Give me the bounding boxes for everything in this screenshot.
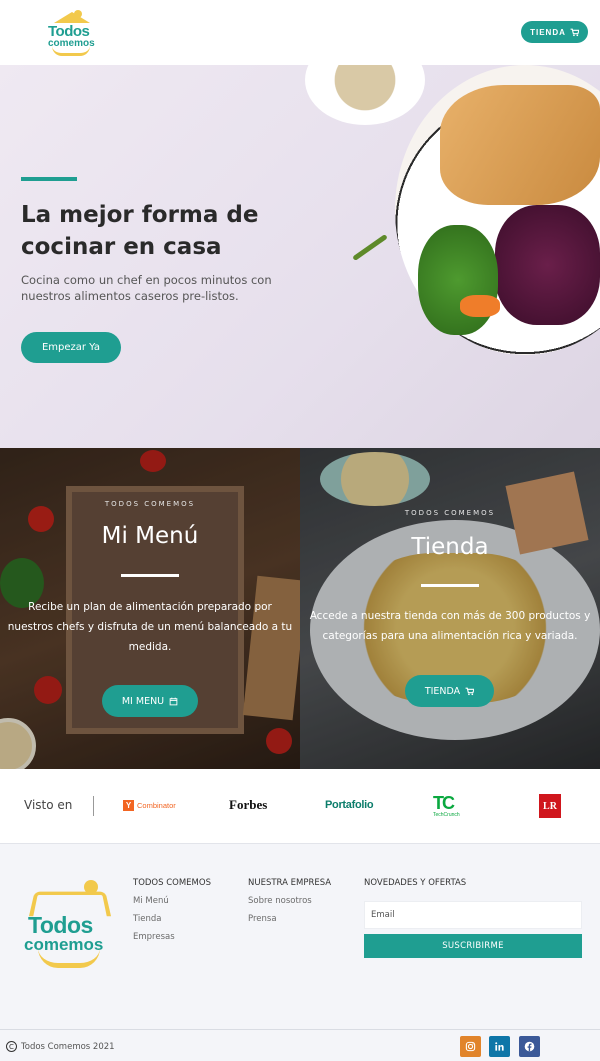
tienda-button[interactable]: TIENDA <box>521 21 588 43</box>
lr-logo: LR <box>539 794 561 818</box>
greens-image <box>418 225 498 335</box>
footer-col-todos-comemos: TODOS COMEMOS Mi Menú Tienda Empresas <box>133 878 211 950</box>
logo-smile-icon <box>52 46 90 56</box>
tienda-card: TODOS COMEMOS Tienda Accede a nuestra ti… <box>300 448 600 769</box>
footer-col-nuestra-empresa: NUESTRA EMPRESA Sobre nosotros Prensa <box>248 878 331 932</box>
herb-image <box>352 233 388 262</box>
card-divider <box>421 584 479 587</box>
footer-link-prensa[interactable]: Prensa <box>248 914 331 924</box>
tienda-card-button[interactable]: TIENDA <box>405 675 494 707</box>
cart-icon <box>570 28 579 36</box>
press-bar: Visto en Y Combinator Forbes Portafolio … <box>0 769 600 843</box>
card-text: Accede a nuestra tienda con más de 300 p… <box>309 610 591 642</box>
tienda-button-label: TIENDA <box>530 27 566 37</box>
chicken-image <box>440 85 600 205</box>
footer-heading: NUESTRA EMPRESA <box>248 878 332 888</box>
copyright-text: Todos Comemos 2021 <box>21 1041 115 1052</box>
press-label: Visto en <box>24 798 73 812</box>
card-kicker: TODOS COMEMOS <box>104 500 196 508</box>
techcrunch-mark: TC <box>433 793 455 813</box>
hero-section: La mejor forma de cocinar en casa Cocina… <box>0 65 600 448</box>
mi-menu-button-label: MI MENU <box>121 695 165 707</box>
card-title: Tienda <box>411 534 489 560</box>
press-divider <box>93 796 94 816</box>
hero-title: La mejor forma de cocinar en casa <box>21 202 259 260</box>
footer-bottom-bar: C Todos Comemos 2021 <box>0 1029 600 1061</box>
chef-hat-icon <box>84 880 98 894</box>
subscribe-button[interactable]: SUSCRIBIRME <box>364 934 582 958</box>
logo-smile-icon <box>38 948 100 968</box>
footer-link-mi-menu[interactable]: Mi Menú <box>133 896 211 906</box>
copyright-icon: C <box>6 1041 17 1052</box>
footer-link-tienda[interactable]: Tienda <box>133 914 211 924</box>
site-footer: Todos comemos TODOS COMEMOS Mi Menú Tien… <box>0 843 600 1061</box>
logo[interactable]: Todos comemos <box>44 10 100 56</box>
ycombinator-name: Combinator <box>137 801 176 810</box>
email-field[interactable] <box>364 901 582 929</box>
calendar-icon <box>169 697 178 705</box>
footer-link-empresas[interactable]: Empresas <box>133 932 211 942</box>
card-kicker: TODOS COMEMOS <box>404 509 496 517</box>
linkedin-icon[interactable] <box>489 1036 510 1057</box>
tienda-card-button-label: TIENDA <box>424 685 461 697</box>
ycombinator-logo: Y Combinator <box>123 800 176 811</box>
instagram-icon[interactable] <box>460 1036 481 1057</box>
ycombinator-mark: Y <box>123 800 134 811</box>
empezar-ya-button[interactable]: Empezar Ya <box>21 332 121 363</box>
carrot-image <box>460 295 500 317</box>
techcrunch-logo: TC TechCrunch <box>433 794 467 818</box>
techcrunch-name: TechCrunch <box>433 812 460 818</box>
hero-subtitle: Cocina como un chef en pocos minutos con… <box>21 273 272 303</box>
mi-menu-button[interactable]: MI MENU <box>102 685 198 717</box>
chef-hat-icon <box>74 10 82 18</box>
portafolio-logo: Portafolio <box>325 799 374 811</box>
quinoa-bowl-image <box>305 65 425 125</box>
footer-heading: NOVEDADES Y OFERTAS <box>364 878 467 888</box>
footer-logo[interactable]: Todos comemos <box>22 880 118 972</box>
footer-heading: TODOS COMEMOS <box>133 878 211 888</box>
site-header: Todos comemos TIENDA <box>0 0 600 65</box>
mi-menu-card: TODOS COMEMOS Mi Menú Recibe un plan de … <box>0 448 300 769</box>
cabbage-image <box>495 205 600 325</box>
footer-col-novedades: NOVEDADES Y OFERTAS <box>364 878 466 896</box>
card-title: Mi Menú <box>101 523 199 549</box>
logo-roof-icon <box>54 12 90 23</box>
facebook-icon[interactable] <box>519 1036 540 1057</box>
card-text: Recibe un plan de alimentación preparado… <box>7 601 293 653</box>
forbes-logo: Forbes <box>229 797 268 812</box>
footer-link-sobre-nosotros[interactable]: Sobre nosotros <box>248 896 331 906</box>
card-divider <box>121 574 179 577</box>
cart-icon <box>465 687 475 695</box>
hero-accent-bar <box>21 177 77 181</box>
copyright: C Todos Comemos 2021 <box>6 1041 115 1052</box>
